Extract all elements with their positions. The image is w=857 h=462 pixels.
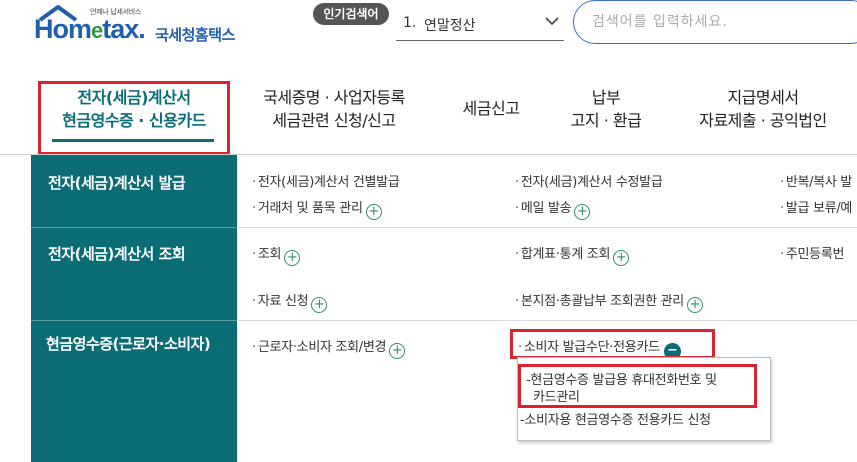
nav-tab-line1: 세금신고	[462, 99, 520, 118]
section-label-issue[interactable]: 전자(세금)계산서 발급	[48, 172, 186, 193]
nav-tab-line1: 국세증명 · 사업자등록	[263, 88, 405, 107]
nav-tab-tax-return[interactable]: 세금신고	[446, 97, 536, 120]
link-mail-send[interactable]: · 메일 발송 +	[515, 197, 591, 220]
link-worker-query[interactable]: · 근로자·소비자 조회/변경 +	[252, 336, 406, 359]
popular-search-badge: 인기검색어	[313, 3, 389, 25]
expand-plus-icon[interactable]: +	[613, 250, 630, 266]
nav-tab-line2: 자료제출 · 공익법인	[699, 111, 827, 130]
nav-tab-certificates[interactable]: 국세증명 · 사업자등록 세금관련 신청/신고	[240, 86, 428, 132]
logo-wordmark: Hometax.	[34, 14, 146, 44]
link-issue-modify[interactable]: · 전자(세금)계산서 수정발급	[515, 171, 663, 190]
popular-term: 연말정산	[424, 18, 476, 34]
expand-plus-icon[interactable]: +	[389, 343, 406, 359]
hometax-logo[interactable]: 언제나 납세서비스 Hometax. 국세청홈택스	[34, 4, 249, 48]
chevron-down-icon	[545, 17, 559, 26]
link-branch-query[interactable]: · 본지점·총괄납부 조회권한 관리 +	[515, 290, 703, 313]
expand-plus-icon[interactable]: +	[365, 204, 382, 220]
nav-tab-line2: 세금관련 신청/신고	[272, 111, 396, 130]
section-label-cash-receipt[interactable]: 현금영수증(근로자·소비자)	[46, 333, 211, 354]
link-partner-management[interactable]: · 거래처 및 품목 관리 +	[252, 197, 382, 220]
nav-tab-line1: 지급명세서	[727, 88, 799, 107]
logo-korean-name: 국세청홈택스	[155, 26, 235, 44]
nav-tab-payment[interactable]: 납부 고지 · 환급	[548, 86, 664, 132]
expand-plus-icon[interactable]: +	[574, 204, 591, 220]
section-label-query[interactable]: 전자(세금)계산서 조회	[48, 243, 186, 264]
link-query[interactable]: · 조회 +	[252, 243, 301, 266]
row-divider	[237, 227, 857, 228]
link-summary-stats[interactable]: · 합계표·통계 조회 +	[515, 243, 630, 266]
highlight-box-nav	[38, 81, 230, 155]
link-issue-hold[interactable]: · 발급 보류/예	[780, 197, 852, 216]
menu-sidebar	[31, 155, 237, 462]
link-issue-repeat[interactable]: · 반복/복사 발	[780, 171, 852, 190]
link-resident-number[interactable]: · 주민등록번	[780, 243, 844, 262]
highlight-box-consumer-card	[510, 329, 715, 359]
search-input[interactable]	[592, 11, 852, 33]
nav-tab-line1: 납부	[591, 88, 621, 107]
expand-plus-icon[interactable]: +	[284, 250, 301, 266]
link-data-request[interactable]: · 자료 신청 +	[252, 290, 328, 313]
row-divider	[237, 320, 857, 321]
link-issue-single[interactable]: · 전자(세금)계산서 건별발급	[252, 171, 400, 190]
popular-rank: 1.	[403, 15, 417, 31]
expand-plus-icon[interactable]: +	[311, 297, 328, 313]
popular-search-select[interactable]: 1. 연말정산	[396, 9, 564, 41]
nav-tab-line2: 고지 · 환급	[570, 111, 642, 130]
search-box[interactable]	[573, 0, 857, 44]
sidebar-divider	[31, 227, 237, 228]
nav-tab-payment-statement[interactable]: 지급명세서 자료제출 · 공익법인	[680, 86, 846, 132]
sidebar-divider	[31, 320, 237, 321]
submenu-item-dedicated-card[interactable]: -소비자용 현금영수증 전용카드 신청	[520, 412, 711, 429]
highlight-box-submenu-item	[518, 364, 757, 408]
expand-plus-icon[interactable]: +	[686, 297, 703, 313]
